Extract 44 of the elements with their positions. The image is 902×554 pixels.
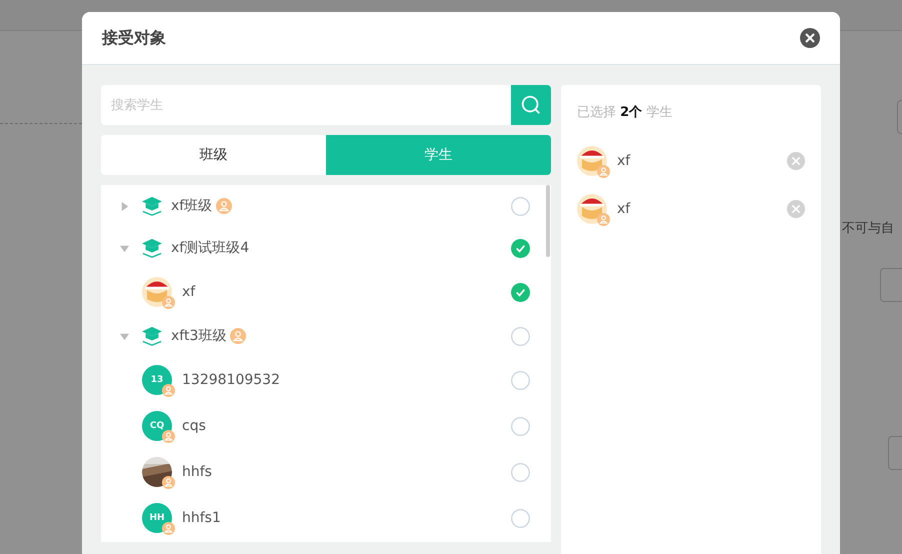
person-badge-icon: [162, 296, 175, 309]
class-name: xft3班级: [171, 327, 226, 345]
search-icon: [520, 94, 542, 116]
caret-icon[interactable]: [120, 202, 129, 210]
student-name: xf: [182, 284, 196, 300]
person-badge-icon: [162, 430, 175, 443]
person-badge-icon: [597, 213, 610, 226]
close-icon[interactable]: [800, 28, 820, 48]
student-name: cqs: [182, 418, 206, 434]
graduation-cap-icon: [141, 326, 163, 346]
student-name: xf: [617, 153, 630, 169]
student-name: hhfs: [182, 464, 212, 480]
class-name: xf班级: [171, 197, 212, 215]
student-name: 13298109532: [182, 372, 280, 388]
checkbox[interactable]: [511, 508, 530, 528]
class-name: xf测试班级4: [171, 239, 250, 257]
selection-summary: 已选择 2个 学生: [577, 104, 674, 121]
dialog-title: 接受对象: [102, 28, 166, 48]
search-field[interactable]: 搜索学生: [101, 85, 511, 125]
note-text: 不可与自: [842, 220, 894, 237]
tab[interactable]: 班级: [101, 135, 326, 175]
caret-icon[interactable]: [120, 332, 129, 340]
checkbox[interactable]: [511, 370, 530, 390]
avatar: CQ: [142, 411, 172, 441]
search-button[interactable]: [511, 85, 551, 125]
avatar: HH: [142, 503, 172, 533]
checkbox[interactable]: [511, 238, 530, 258]
checkbox[interactable]: [511, 196, 530, 216]
avatar: 13: [142, 365, 172, 395]
remove-icon[interactable]: [787, 152, 805, 170]
caret-icon[interactable]: [120, 244, 129, 252]
checkbox[interactable]: [511, 416, 530, 436]
person-badge-icon: [162, 384, 175, 397]
checkbox[interactable]: [511, 462, 530, 482]
student-name: hhfs1: [182, 510, 221, 526]
graduation-cap-icon: [141, 238, 163, 258]
checkbox[interactable]: [511, 326, 530, 346]
checkbox[interactable]: [511, 282, 530, 302]
person-badge-icon: [162, 476, 175, 489]
student-name: xf: [617, 201, 630, 217]
person-badge-icon: [597, 165, 610, 178]
remove-icon[interactable]: [787, 200, 805, 218]
person-badge-icon: [162, 522, 175, 535]
graduation-cap-icon: [141, 196, 163, 216]
